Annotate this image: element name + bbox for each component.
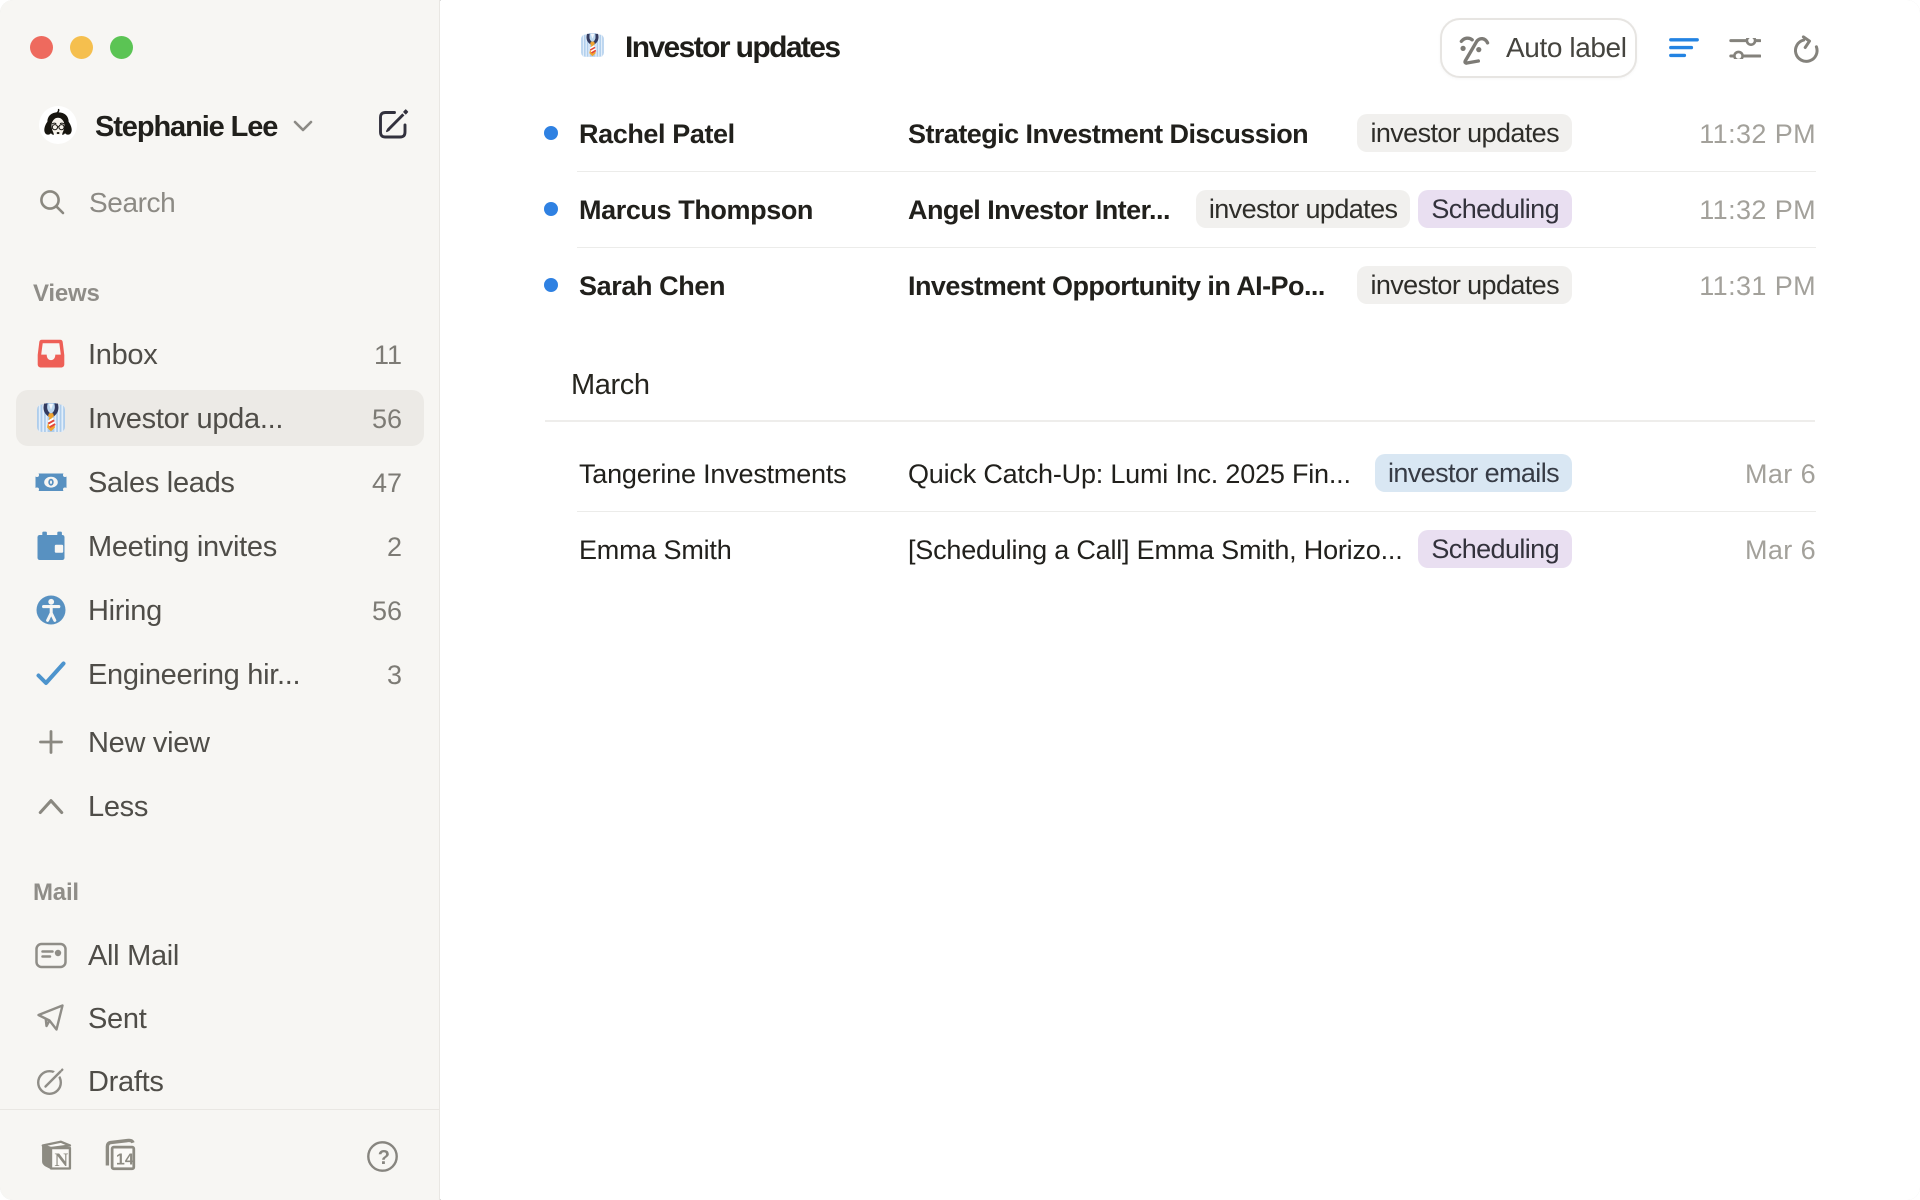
svg-text:?: ?	[378, 1147, 390, 1169]
svg-text:14: 14	[116, 1152, 134, 1169]
svg-text:N: N	[55, 1150, 69, 1171]
